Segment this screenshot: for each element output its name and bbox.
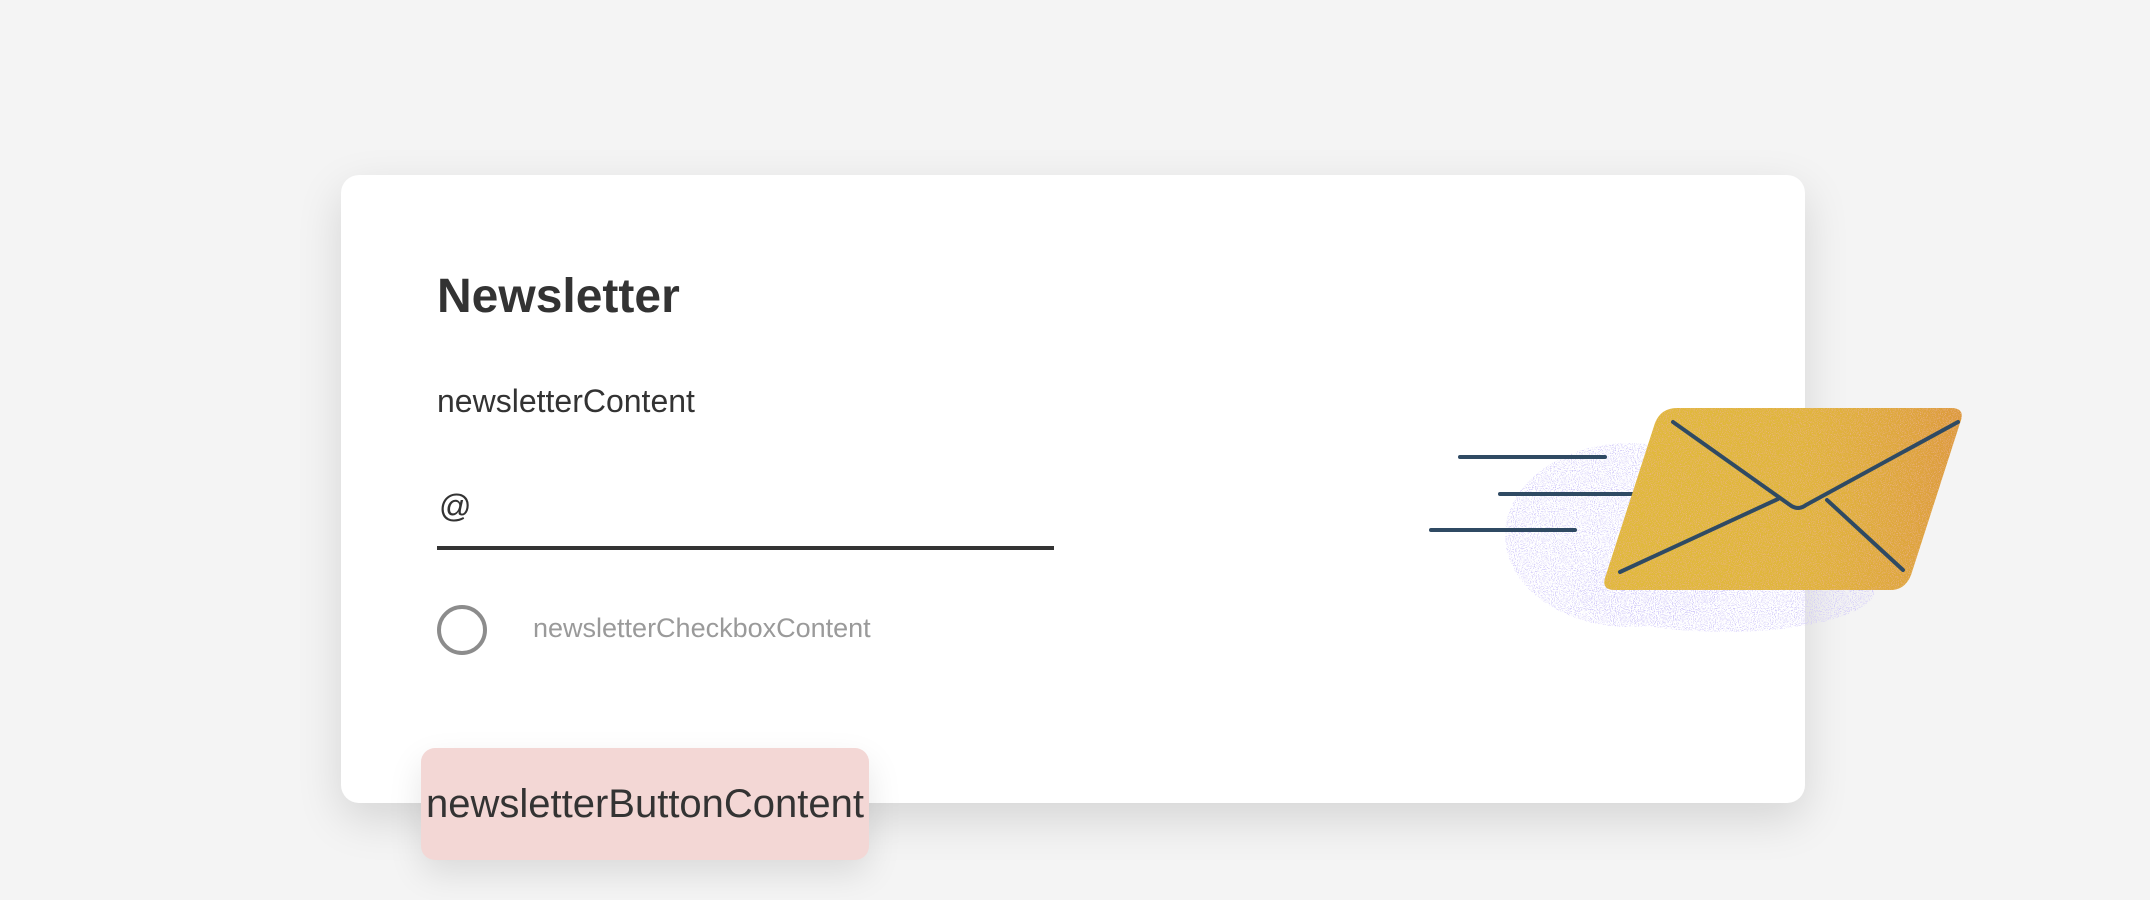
newsletter-title: Newsletter — [437, 270, 680, 323]
newsletter-content: newsletterContent — [437, 383, 695, 419]
envelope-icon — [1429, 408, 1962, 632]
consent-checkbox-label[interactable]: newsletterCheckboxContent — [533, 615, 871, 642]
email-field[interactable]: @ — [437, 490, 1054, 550]
consent-checkbox[interactable] — [437, 605, 487, 655]
newsletter-submit-button[interactable]: newsletterButtonContent — [421, 748, 869, 860]
email-input[interactable] — [477, 490, 1037, 542]
at-sign-icon: @ — [439, 488, 472, 524]
